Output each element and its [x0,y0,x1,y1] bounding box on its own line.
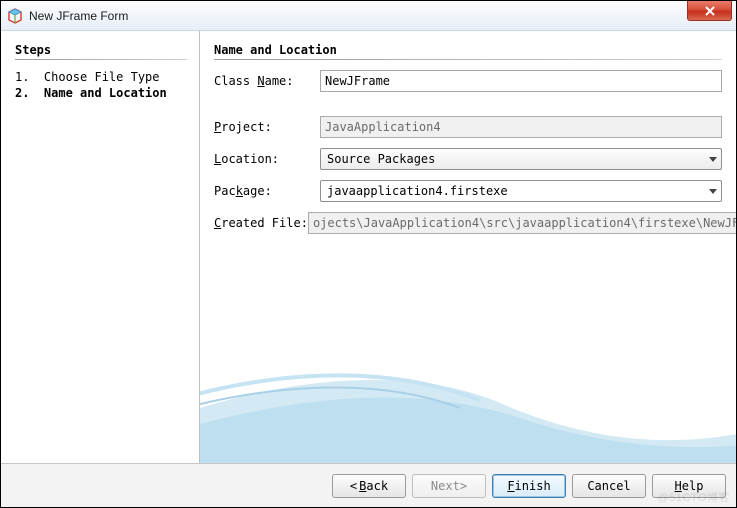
form-panel: Name and Location Class Name: Project: [200,31,736,463]
back-button[interactable]: < Back [332,474,406,498]
label-project: Project: [214,120,320,134]
finish-button[interactable]: Finish [492,474,566,498]
form-heading: Name and Location [214,43,722,57]
close-button[interactable] [687,1,732,21]
step-item: 1. Choose File Type [15,70,187,84]
label-location: Location: [214,152,320,166]
package-combo-value: javaapplication4.firstexe [327,184,508,198]
titlebar: New JFrame Form [1,1,736,31]
steps-heading: Steps [15,43,187,57]
label-package: Package: [214,184,320,198]
chevron-down-icon [709,189,717,194]
created-file-readonly: ojects\JavaApplication4\src\javaapplicat… [308,212,736,234]
location-combo-value: Source Packages [327,152,435,166]
steps-heading-rule [15,59,187,60]
form-heading-rule [214,59,722,60]
label-created-file: Created File: [214,216,308,230]
project-readonly: JavaApplication4 [320,116,722,138]
window-controls [688,1,732,21]
decorative-swoosh [200,308,736,463]
steps-list: 1. Choose File Type 2. Name and Location [15,70,187,100]
help-button[interactable]: Help [652,474,726,498]
label-class-name: Class Name: [214,74,320,88]
row-project: Project: JavaApplication4 [214,116,722,138]
row-created-file: Created File: ojects\JavaApplication4\sr… [214,212,722,234]
row-location: Location: Source Packages [214,148,722,170]
next-button: Next > [412,474,486,498]
package-combo[interactable]: javaapplication4.firstexe [320,180,722,202]
row-package: Package: javaapplication4.firstexe [214,180,722,202]
chevron-down-icon [709,157,717,162]
client-area: Steps 1. Choose File Type 2. Name and Lo… [1,31,736,463]
window-title: New JFrame Form [29,9,128,23]
app-icon [7,8,23,24]
location-combo[interactable]: Source Packages [320,148,722,170]
class-name-input[interactable] [320,70,722,92]
button-bar: < Back Next > Finish Cancel Help @51CTO博… [1,463,736,507]
step-item-current: 2. Name and Location [15,86,187,100]
cancel-button[interactable]: Cancel [572,474,646,498]
steps-panel: Steps 1. Choose File Type 2. Name and Lo… [1,31,199,463]
row-class-name: Class Name: [214,70,722,92]
